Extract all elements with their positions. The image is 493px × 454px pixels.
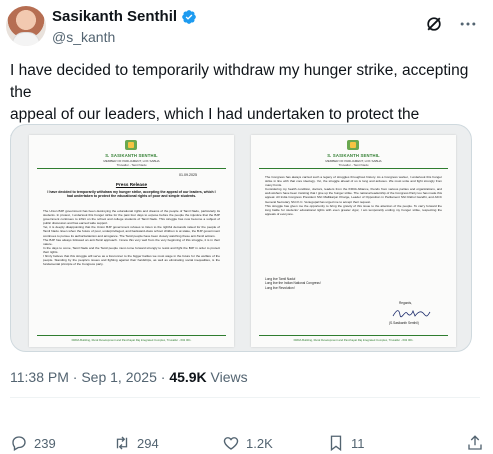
press-release-title: Press Release — [115, 182, 148, 187]
tweet-date[interactable]: Sep 1, 2025 — [81, 369, 157, 385]
share-icon — [468, 435, 482, 450]
closing-slogans: Long live Tamil Nadu! Long live the Indi… — [265, 277, 321, 290]
body-paragraph: Yet, it is deeply disappointing that the… — [43, 225, 220, 238]
action-divider — [10, 397, 480, 398]
grok-icon[interactable] — [424, 14, 444, 34]
meta-separator: · — [156, 369, 170, 385]
footer-divider — [259, 335, 448, 336]
letterhead-footer: DRDA Building, Rural Development and Pan… — [71, 338, 192, 342]
avatar[interactable] — [6, 6, 46, 46]
attached-document-image[interactable]: S. SASIKANTH SENTHIL MEMBER OF PARLIAMEN… — [10, 124, 472, 352]
document-page-2: S. SASIKANTH SENTHIL MEMBER OF PARLIAMEN… — [251, 135, 456, 347]
letterhead-place: Tiruvallur - Tamil Nadu — [116, 163, 147, 167]
body-paragraph: I firmly believe that this struggle will… — [43, 254, 220, 267]
document-body-page-1: The Union BJP government has been destro… — [43, 209, 220, 333]
bookmark-button[interactable]: 11 — [327, 434, 365, 452]
bookmark-icon — [330, 435, 342, 452]
author-display-name[interactable]: Sasikanth Senthil — [52, 8, 177, 25]
like-button[interactable]: 1.2K — [222, 434, 273, 452]
repost-button[interactable]: 294 — [113, 434, 159, 452]
letterhead-footer: DRDA Building, Rural Development and Pan… — [293, 338, 414, 342]
verified-badge-icon — [182, 9, 196, 24]
letterhead-divider — [37, 168, 226, 169]
signatory-name: (S.Sasikanth Senthil) — [389, 321, 419, 325]
body-paragraph: This struggle has given me the opportuni… — [265, 203, 442, 216]
tweet-header: Sasikanth Senthil @s_kanth — [0, 0, 493, 56]
emblem-icon — [347, 140, 359, 150]
body-paragraph: In the days to come, Tamil Nadu and the … — [43, 245, 220, 254]
meta-separator: · — [68, 369, 82, 385]
body-paragraph: The Congress has always carried such a l… — [265, 175, 442, 188]
repost-icon — [116, 436, 128, 450]
tweet-actions: 239 294 1.2K 11 — [0, 430, 493, 454]
body-paragraph: The Union BJP government has been destro… — [43, 209, 220, 226]
reply-count: 239 — [34, 435, 56, 451]
regards-text: Regards, — [399, 301, 412, 305]
bookmark-count: 11 — [351, 435, 365, 451]
tweet-time[interactable]: 11:38 PM — [10, 369, 69, 385]
footer-divider — [37, 335, 226, 336]
letterhead-name: S. SASIKANTH SENTHIL — [327, 153, 380, 158]
more-icon[interactable] — [458, 14, 478, 34]
letterhead-place: Tiruvallur - Tamil Nadu — [338, 163, 369, 167]
reply-icon — [12, 436, 26, 451]
document-page-1: S. SASIKANTH SENTHIL MEMBER OF PARLIAMEN… — [29, 135, 234, 347]
author-handle[interactable]: @s_kanth — [52, 29, 115, 45]
heart-icon — [223, 437, 239, 450]
body-paragraph: The BJP has always followed an anti-Tami… — [43, 237, 220, 246]
reply-button[interactable]: 239 — [10, 434, 56, 452]
emblem-icon — [125, 140, 137, 150]
signature-image — [392, 309, 431, 318]
views-count: 45.9K — [169, 369, 207, 385]
views-label: Views — [206, 369, 248, 385]
press-release-lead: I have decided to temporarily withdraw m… — [47, 190, 216, 199]
letterhead-divider — [259, 168, 448, 169]
share-button[interactable] — [466, 434, 484, 452]
author-name-row[interactable]: Sasikanth Senthil — [52, 8, 197, 25]
document-date: 01.09.2025 — [179, 173, 197, 177]
letterhead-name: S. SASIKANTH SENTHIL — [105, 153, 158, 158]
tweet-metadata: 11:38 PM · Sep 1, 2025 · 45.9K Views — [10, 369, 248, 385]
body-paragraph: Considering my health condition, doctors… — [265, 187, 442, 204]
repost-count: 294 — [137, 435, 159, 451]
like-count: 1.2K — [246, 435, 273, 451]
